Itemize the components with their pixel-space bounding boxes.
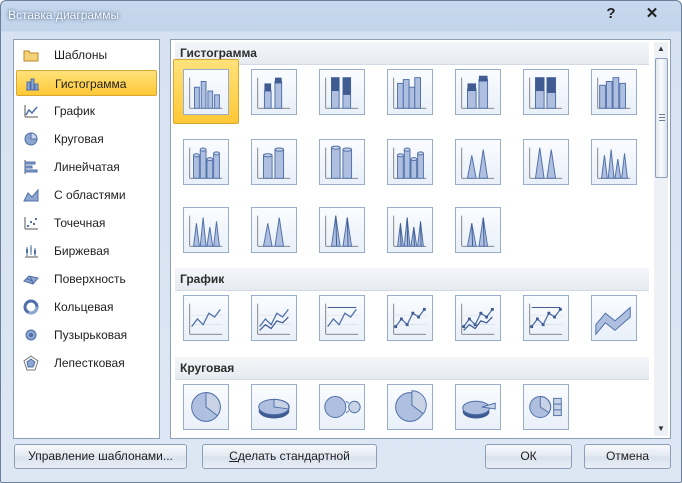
chart-subtype-thumbnail[interactable] bbox=[455, 207, 501, 253]
chart-subtype-thumbnail[interactable] bbox=[387, 384, 433, 430]
insert-chart-dialog: Вставка диаграммы ? ✕ Шаблоны Гистограмма… bbox=[0, 0, 682, 483]
ok-button[interactable]: ОК bbox=[485, 444, 572, 469]
pie-chart-icon bbox=[23, 131, 39, 147]
gallery-section-title: График bbox=[180, 272, 225, 286]
chart-subtype-thumbnail[interactable] bbox=[455, 384, 501, 430]
chart-subtype-thumbnail[interactable] bbox=[319, 139, 365, 185]
chart-subtype-thumbnail[interactable] bbox=[251, 295, 297, 341]
set-default-button[interactable]: Сделать стандартной bbox=[202, 444, 377, 469]
dialog-title: Вставка диаграммы bbox=[8, 8, 120, 22]
help-button[interactable]: ? bbox=[601, 4, 621, 24]
scroll-up-arrow-icon[interactable]: ▲ bbox=[654, 42, 668, 56]
set-default-hotkey: С bbox=[229, 449, 238, 463]
category-label: С областями bbox=[54, 188, 126, 202]
category-label: Линейчатая bbox=[54, 160, 120, 174]
category-item-7[interactable]: Биржевая bbox=[16, 238, 157, 264]
area-chart-icon bbox=[23, 187, 39, 203]
category-item-8[interactable]: Поверхность bbox=[16, 266, 157, 292]
category-item-5[interactable]: С областями bbox=[16, 182, 157, 208]
chart-subtype-thumbnail[interactable] bbox=[387, 139, 433, 185]
chart-type-gallery: Гистограмма График Круговая ▲ ▼ bbox=[170, 39, 671, 439]
category-item-1[interactable]: Гистограмма bbox=[16, 70, 157, 96]
scatter-chart-icon bbox=[23, 215, 39, 231]
category-label: Лепестковая bbox=[54, 356, 125, 370]
chart-subtype-thumbnail[interactable] bbox=[455, 139, 501, 185]
gallery-section-title: Гистограмма bbox=[180, 46, 257, 60]
chart-subtype-thumbnail[interactable] bbox=[455, 295, 501, 341]
chart-subtype-thumbnail[interactable] bbox=[183, 207, 229, 253]
doughnut-chart-icon bbox=[23, 299, 39, 315]
chart-subtype-thumbnail[interactable] bbox=[183, 139, 229, 185]
category-label: Пузырьковая bbox=[54, 328, 128, 342]
chart-subtype-thumbnail[interactable] bbox=[319, 384, 365, 430]
category-item-2[interactable]: График bbox=[16, 98, 157, 124]
category-item-9[interactable]: Кольцевая bbox=[16, 294, 157, 320]
chart-subtype-thumbnail[interactable] bbox=[523, 139, 569, 185]
chart-subtype-thumbnail[interactable] bbox=[183, 384, 229, 430]
chart-subtype-thumbnail[interactable] bbox=[319, 207, 365, 253]
bar-chart-icon bbox=[23, 159, 39, 175]
column-chart-icon bbox=[24, 76, 40, 92]
category-label: Точечная bbox=[54, 216, 106, 230]
chart-subtype-thumbnail[interactable] bbox=[523, 295, 569, 341]
chart-subtype-thumbnail[interactable] bbox=[387, 295, 433, 341]
chart-subtype-thumbnail[interactable] bbox=[319, 69, 365, 115]
category-label: Круговая bbox=[54, 132, 104, 146]
gallery-scrollbar[interactable]: ▲ ▼ bbox=[654, 42, 668, 436]
chart-category-list: Шаблоны Гистограмма График Круговая Линейчат… bbox=[13, 39, 160, 439]
category-item-4[interactable]: Линейчатая bbox=[16, 154, 157, 180]
title-bar: Вставка диаграммы ? ✕ bbox=[1, 1, 681, 31]
category-label: Шаблоны bbox=[54, 48, 108, 62]
chart-subtype-thumbnail[interactable] bbox=[183, 295, 229, 341]
scrollbar-thumb[interactable] bbox=[655, 58, 668, 178]
chart-subtype-thumbnail[interactable] bbox=[591, 69, 637, 115]
chart-subtype-thumbnail[interactable] bbox=[387, 69, 433, 115]
chart-subtype-thumbnail[interactable] bbox=[455, 69, 501, 115]
chart-subtype-thumbnail[interactable] bbox=[251, 384, 297, 430]
gallery-section-1: График bbox=[175, 268, 649, 291]
chart-subtype-thumbnail[interactable] bbox=[387, 207, 433, 253]
chart-subtype-thumbnail[interactable] bbox=[251, 69, 297, 115]
category-label: Кольцевая bbox=[54, 300, 114, 314]
close-button[interactable]: ✕ bbox=[642, 4, 662, 24]
category-label: Гистограмма bbox=[55, 77, 127, 91]
stock-chart-icon bbox=[23, 243, 39, 259]
chart-subtype-thumbnail[interactable] bbox=[183, 69, 229, 115]
category-label: Поверхность bbox=[54, 272, 126, 286]
category-item-6[interactable]: Точечная bbox=[16, 210, 157, 236]
folder-icon bbox=[23, 47, 39, 63]
line-chart-icon bbox=[23, 103, 39, 119]
category-label: График bbox=[54, 104, 95, 118]
gallery-section-2: Круговая bbox=[175, 357, 649, 380]
category-item-3[interactable]: Круговая bbox=[16, 126, 157, 152]
bubble-chart-icon bbox=[23, 327, 39, 343]
category-item-11[interactable]: Лепестковая bbox=[16, 350, 157, 376]
chart-subtype-thumbnail[interactable] bbox=[523, 384, 569, 430]
category-item-10[interactable]: Пузырьковая bbox=[16, 322, 157, 348]
chart-subtype-thumbnail[interactable] bbox=[251, 139, 297, 185]
scroll-down-arrow-icon[interactable]: ▼ bbox=[654, 422, 668, 436]
radar-chart-icon bbox=[23, 355, 39, 371]
chart-subtype-thumbnail[interactable] bbox=[523, 69, 569, 115]
cancel-button[interactable]: Отмена bbox=[584, 444, 671, 469]
manage-templates-button[interactable]: Управление шаблонами... bbox=[14, 444, 187, 469]
surface-chart-icon bbox=[23, 271, 39, 287]
chart-subtype-thumbnail[interactable] bbox=[591, 139, 637, 185]
chart-subtype-thumbnail[interactable] bbox=[251, 207, 297, 253]
category-label: Биржевая bbox=[54, 244, 110, 258]
chart-subtype-thumbnail[interactable] bbox=[591, 295, 637, 341]
gallery-section-title: Круговая bbox=[180, 361, 235, 375]
gallery-section-0: Гистограмма bbox=[175, 42, 649, 65]
chart-subtype-thumbnail[interactable] bbox=[319, 295, 365, 341]
set-default-label: делать стандартной bbox=[237, 449, 350, 463]
category-item-0[interactable]: Шаблоны bbox=[16, 42, 157, 68]
